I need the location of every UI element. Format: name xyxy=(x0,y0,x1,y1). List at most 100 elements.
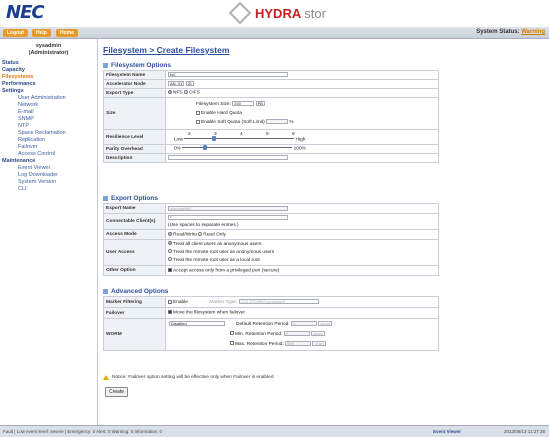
status-footer: Fault | Low event level: severe | Emerge… xyxy=(0,425,549,437)
slider-handle[interactable] xyxy=(212,135,217,141)
read-only-label: Read Only xyxy=(203,232,226,238)
fs-size-label: Filesystem Size: xyxy=(196,102,231,107)
client-label: Connectable Client(s) xyxy=(103,213,166,230)
description-input[interactable] xyxy=(168,155,288,161)
hard-quota-label: Enable Hard Quota xyxy=(201,111,243,116)
footer-status: Fault | Low event level: severe | Emerge… xyxy=(3,429,162,434)
help-button[interactable]: Help xyxy=(32,29,51,37)
secure-port-checkbox[interactable] xyxy=(168,267,172,272)
advanced-options-heading: Advanced Options xyxy=(103,287,549,296)
resilience-label: Resilience Level xyxy=(103,129,166,145)
read-only-radio[interactable] xyxy=(198,231,203,236)
secure-port-label: Accept access only from a privileged por… xyxy=(173,268,280,274)
access-mode-label: Access Mode xyxy=(103,229,166,240)
percent-sign: % xyxy=(289,120,294,125)
min-retention-unit[interactable]: years xyxy=(311,330,325,336)
fs-name-input[interactable]: fs0 xyxy=(168,72,288,78)
root-anon-label: Treat the remote root user as anonymous … xyxy=(173,249,275,255)
sidebar-item-ntp[interactable]: NTP xyxy=(0,123,97,130)
section-title: Filesystem Options xyxy=(111,62,171,69)
export-options-heading: Export Options xyxy=(103,194,549,203)
root-local-radio[interactable] xyxy=(168,257,172,262)
sidebar-item-event-viewer[interactable]: Event Viewer xyxy=(0,165,97,172)
sidebar-nav: Status Capacity Filesystems Performance Sett… xyxy=(0,60,97,193)
sidebar-item-status[interactable]: Status xyxy=(0,60,97,67)
min-retention-input[interactable]: 0 xyxy=(283,330,310,336)
create-button[interactable]: Create xyxy=(105,387,129,397)
resilience-slider[interactable] xyxy=(184,135,295,141)
marker-enable-checkbox[interactable] xyxy=(168,299,172,304)
home-button[interactable]: Home xyxy=(56,29,78,37)
all-anon-radio[interactable] xyxy=(168,241,172,246)
root-local-label: Treat the remote root user as a local ro… xyxy=(173,257,260,263)
other-option-label: Other Option xyxy=(103,265,166,276)
sidebar-item-system-version[interactable]: System Version xyxy=(0,179,97,186)
sidebar-item-settings[interactable]: Settings xyxy=(0,88,97,95)
sidebar-item-failover[interactable]: Failover xyxy=(0,144,97,151)
user-role: (Administrator) xyxy=(28,50,69,56)
failover-checkbox[interactable] xyxy=(168,310,172,315)
footer-timestamp: 2013/06/13 11:27:38 xyxy=(504,429,545,434)
soft-quota-label: Enable Soft Quota xyxy=(201,120,241,125)
default-retention-input[interactable]: 0 xyxy=(290,320,317,326)
read-write-radio[interactable] xyxy=(168,231,172,236)
sidebar-item-e-mail[interactable]: E-mail xyxy=(0,109,97,116)
sidebar-item-capacity[interactable]: Capacity xyxy=(0,67,97,74)
client-input[interactable]: * xyxy=(168,214,288,220)
sidebar-item-user-administration[interactable]: User Administration xyxy=(0,95,97,102)
default-retention-unit[interactable]: years xyxy=(318,320,333,326)
nec-logo: NEC xyxy=(6,2,45,23)
export-name-input[interactable]: /exports/fs0 xyxy=(168,205,288,211)
marker-type-label: Marker Type: xyxy=(209,299,238,305)
event-viewer-link[interactable]: Event Viewer xyxy=(433,426,461,437)
sidebar-item-network[interactable]: Network xyxy=(0,102,97,109)
system-status-link[interactable]: Warning xyxy=(521,29,545,35)
size-label: Size xyxy=(103,97,166,130)
sidebar-item-access-control[interactable]: Access Control xyxy=(0,151,97,158)
accel-node-select-2[interactable]: 01 xyxy=(185,81,195,87)
sidebar-item-snmp[interactable]: SNMP xyxy=(0,116,97,123)
cifs-radio[interactable] xyxy=(183,90,188,95)
sidebar-item-maintenance[interactable]: Maintenance xyxy=(0,158,97,165)
accel-node-select[interactable]: AN: 01 xyxy=(168,81,185,87)
parity-marker xyxy=(203,145,208,151)
max-retention-unit[interactable]: years xyxy=(312,340,327,346)
fs-size-input[interactable]: 250 xyxy=(232,101,255,107)
brand-hydra: HYDRA xyxy=(255,5,302,21)
sidebar-item-space-reclamation[interactable]: Space Reclamation xyxy=(0,130,97,137)
slider-rail xyxy=(184,137,295,139)
section-icon xyxy=(103,289,108,294)
nfs-radio[interactable] xyxy=(168,90,172,95)
brand-stor: stor xyxy=(304,5,326,21)
sidebar-item-performance[interactable]: Performance xyxy=(0,81,97,88)
sidebar-item-replication[interactable]: Replication xyxy=(0,137,97,144)
sidebar-item-log-downloader[interactable]: Log Downloader xyxy=(0,172,97,179)
export-name-label: Export Name xyxy=(103,203,166,214)
sidebar-item-filesystems[interactable]: Filesystems xyxy=(0,74,97,81)
resilience-high: High xyxy=(295,137,306,143)
worm-mode-select[interactable]: Disabled xyxy=(169,321,225,326)
notice-text: Notice: Failover option setting will be … xyxy=(112,375,274,380)
logout-button[interactable]: Logout xyxy=(3,29,28,37)
accel-label: Accelerator Node xyxy=(103,79,166,89)
min-retention-checkbox[interactable] xyxy=(230,331,234,336)
max-retention-input[interactable]: 999 xyxy=(285,340,312,346)
filesystem-options-table: Filesystem Name fs0 Accelerator Node AN: 0… xyxy=(103,70,439,163)
hard-quota-checkbox[interactable] xyxy=(196,110,200,115)
section-icon xyxy=(103,63,108,68)
soft-limit-input[interactable] xyxy=(266,119,289,125)
max-retention-label: Max. Retention Period: xyxy=(235,341,284,347)
marker-type-select[interactable]: CV2 STORE/CommVault xyxy=(238,299,319,305)
app-root: NEC HYDRA stor Logout Help Home System St… xyxy=(0,0,549,437)
header: NEC HYDRA stor xyxy=(0,0,549,27)
main-content: Filesystem > Create Filesystem Filesyste… xyxy=(99,39,549,425)
fs-name-label: Filesystem Name xyxy=(103,70,166,80)
fs-size-unit-select[interactable]: PB xyxy=(255,101,265,107)
soft-quota-checkbox[interactable] xyxy=(196,119,200,124)
max-retention-checkbox[interactable] xyxy=(230,341,234,346)
min-retention-label: Min. Retention Period: xyxy=(235,331,283,337)
hydrastor-logo: HYDRA stor xyxy=(228,1,326,25)
root-anon-radio[interactable] xyxy=(168,249,172,254)
warning-icon xyxy=(103,375,109,380)
sidebar-item-cli[interactable]: CLI xyxy=(0,186,97,193)
